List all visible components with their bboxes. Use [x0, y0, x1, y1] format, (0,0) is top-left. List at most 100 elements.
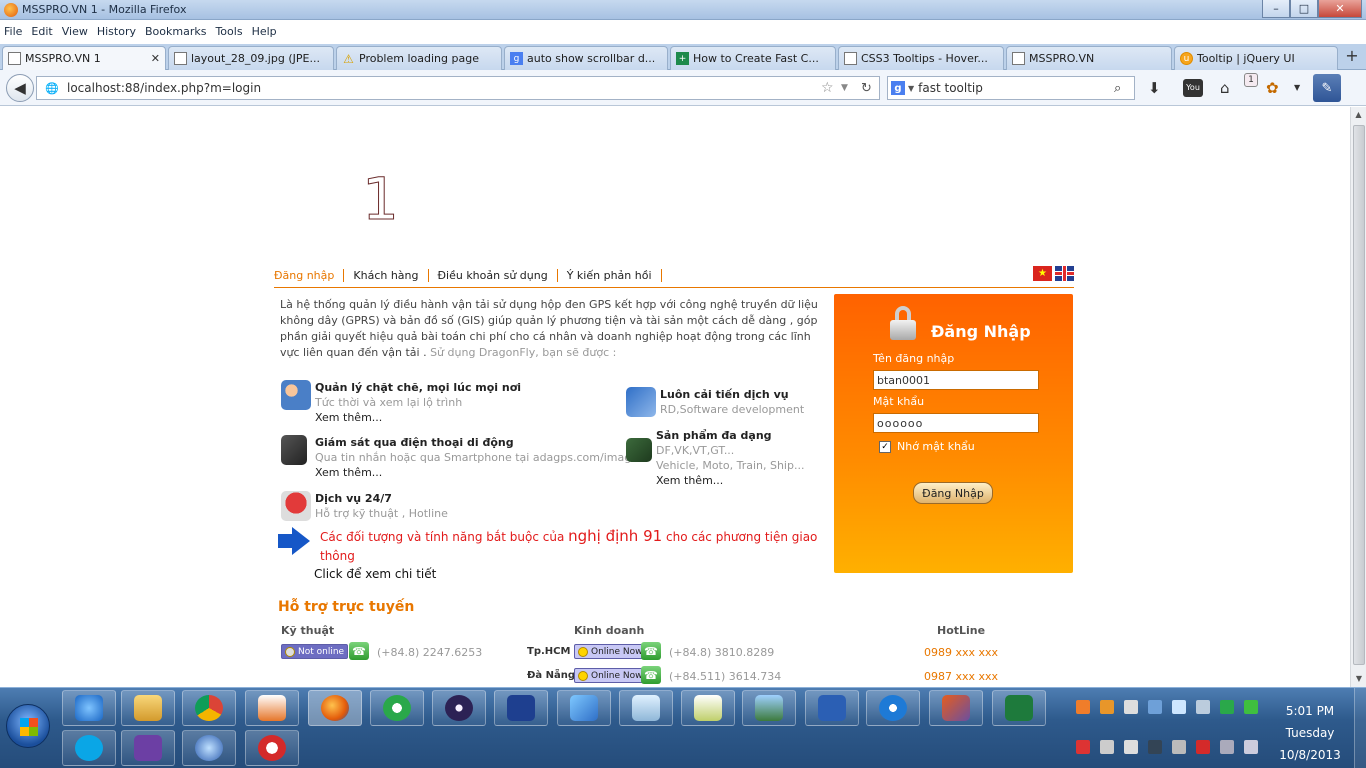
- tray-app-icon[interactable]: [1148, 700, 1162, 714]
- decree-details-link[interactable]: Click để xem chi tiết: [314, 566, 823, 583]
- menu-edit[interactable]: Edit: [31, 25, 52, 38]
- tray-shield-icon[interactable]: [1076, 740, 1090, 754]
- maximize-button[interactable]: □: [1290, 0, 1318, 18]
- taskbar-save[interactable]: [494, 690, 548, 726]
- tab-close-icon[interactable]: ✕: [151, 52, 160, 65]
- feature-more-link[interactable]: Xem thêm...: [315, 410, 521, 425]
- window-titlebar[interactable]: MSSPRO.VN 1 - Mozilla Firefox – □ ✕: [0, 0, 1366, 20]
- show-desktop-button[interactable]: [1354, 688, 1366, 768]
- tray-network-icon[interactable]: [1100, 740, 1114, 754]
- tray-signal-icon[interactable]: [1220, 740, 1234, 754]
- taskbar-word[interactable]: [805, 690, 859, 726]
- decree-91-notice[interactable]: Các đối tượng và tính năng bắt buộc của …: [278, 527, 823, 583]
- menu-tools[interactable]: Tools: [215, 25, 242, 38]
- minimize-button[interactable]: –: [1262, 0, 1290, 18]
- menu-file[interactable]: File: [4, 25, 22, 38]
- nav-terms[interactable]: Điều khoản sử dụng: [429, 269, 558, 282]
- tray-app-icon[interactable]: [1172, 700, 1186, 714]
- tray-bluetooth-icon[interactable]: [1148, 740, 1162, 754]
- tray-app-icon[interactable]: [1196, 700, 1210, 714]
- taskbar-phpdesigner[interactable]: [929, 690, 983, 726]
- tab-msspro[interactable]: MSSPRO.VN: [1006, 46, 1172, 70]
- site-identity-icon[interactable]: 🌐: [37, 82, 67, 95]
- search-bar[interactable]: g ▼ ⌕: [887, 76, 1135, 100]
- tray-app-icon[interactable]: [1100, 700, 1114, 714]
- tech-chat-status[interactable]: Not online: [281, 644, 349, 659]
- taskbar-pictures[interactable]: [742, 690, 796, 726]
- taskbar-notepad[interactable]: [619, 690, 673, 726]
- addon-icon[interactable]: ✿: [1266, 79, 1279, 97]
- close-window-button[interactable]: ✕: [1318, 0, 1362, 18]
- youtube-icon[interactable]: You: [1183, 79, 1203, 97]
- taskbar-chrome[interactable]: [182, 690, 236, 726]
- tech-phone-icon[interactable]: ☎: [349, 642, 369, 660]
- menu-history[interactable]: History: [97, 25, 136, 38]
- taskbar-media-player[interactable]: [245, 690, 299, 726]
- taskbar-teamviewer[interactable]: [866, 690, 920, 726]
- history-dropdown-icon[interactable]: ▼: [841, 83, 861, 93]
- taskbar-visual-studio-2[interactable]: [121, 730, 175, 766]
- sales-chat-status[interactable]: Online Now: [574, 644, 647, 659]
- home-icon[interactable]: ⌂: [1220, 79, 1230, 97]
- scroll-down-icon[interactable]: ▼: [1351, 671, 1366, 687]
- taskbar-firefox[interactable]: [308, 690, 362, 726]
- taskbar-internet-explorer[interactable]: [62, 690, 116, 726]
- taskbar-infinity[interactable]: [182, 730, 236, 766]
- vertical-scrollbar[interactable]: ▲ ▼: [1350, 107, 1366, 687]
- search-icon[interactable]: ⌕: [1114, 81, 1134, 96]
- addon-menu-icon[interactable]: ▼: [1294, 83, 1300, 92]
- remember-checkbox[interactable]: ✓: [879, 440, 891, 453]
- remember-me[interactable]: ✓ Nhớ mật khẩu: [879, 440, 975, 453]
- tray-app-icon[interactable]: [1124, 700, 1138, 714]
- nav-customers[interactable]: Khách hàng: [344, 269, 429, 282]
- tab-layout-jpg[interactable]: layout_28_09.jpg (JPE...: [168, 46, 334, 70]
- download-icon[interactable]: ⬇: [1148, 79, 1161, 97]
- tab-how-to-create[interactable]: + How to Create Fast C...: [670, 46, 836, 70]
- scroll-up-icon[interactable]: ▲: [1351, 107, 1366, 123]
- vietnam-flag-icon[interactable]: ★: [1033, 266, 1052, 281]
- tray-app-icon[interactable]: [1244, 700, 1258, 714]
- taskbar-opera[interactable]: [245, 730, 299, 766]
- taskbar-editor[interactable]: [681, 690, 735, 726]
- sales-phone-icon[interactable]: ☎: [641, 642, 661, 660]
- tray-volume-icon[interactable]: [1244, 740, 1258, 754]
- taskbar-eclipse[interactable]: [432, 690, 486, 726]
- nav-feedback[interactable]: Ý kiến phản hồi: [558, 269, 662, 282]
- login-button[interactable]: Đăng Nhập: [913, 482, 993, 504]
- search-engine-icon[interactable]: g: [891, 81, 905, 95]
- back-button[interactable]: ◀: [6, 74, 34, 102]
- tray-app-icon[interactable]: [1220, 700, 1234, 714]
- username-field[interactable]: [873, 370, 1039, 390]
- sales-chat-status[interactable]: Online Now: [574, 668, 647, 683]
- tab-problem-loading[interactable]: ⚠ Problem loading page: [336, 46, 502, 70]
- feature-more-link[interactable]: Xem thêm...: [656, 473, 804, 488]
- url-input[interactable]: [67, 81, 821, 95]
- taskbar-excel[interactable]: [992, 690, 1046, 726]
- tray-app-icon[interactable]: [1124, 740, 1138, 754]
- taskbar-windows-explorer[interactable]: [121, 690, 175, 726]
- start-button[interactable]: [6, 704, 50, 748]
- notification-badge[interactable]: 1: [1244, 73, 1258, 87]
- nav-login[interactable]: Đăng nhập: [274, 269, 345, 282]
- scroll-thumb[interactable]: [1353, 125, 1365, 665]
- tray-app-icon[interactable]: [1172, 740, 1186, 754]
- menu-view[interactable]: View: [62, 25, 88, 38]
- menu-help[interactable]: Help: [252, 25, 277, 38]
- taskbar-coccoc[interactable]: [370, 690, 424, 726]
- url-bar[interactable]: 🌐 ☆ ▼ ↻: [36, 76, 880, 100]
- sales-phone-icon[interactable]: ☎: [641, 666, 661, 684]
- system-clock[interactable]: 5:01 PM Tuesday 10/8/2013: [1270, 700, 1350, 766]
- menu-bookmarks[interactable]: Bookmarks: [145, 25, 206, 38]
- taskbar-skype[interactable]: [62, 730, 116, 766]
- taskbar-visual-studio[interactable]: [557, 690, 611, 726]
- tab-auto-show-scrollbar[interactable]: g auto show scrollbar d...: [504, 46, 668, 70]
- tab-msspro-1[interactable]: MSSPRO.VN 1 ✕: [2, 46, 166, 70]
- password-field[interactable]: [873, 413, 1039, 433]
- feature-more-link[interactable]: Xem thêm...: [315, 465, 644, 480]
- bookmark-star-icon[interactable]: ☆: [821, 80, 841, 96]
- tray-app-icon[interactable]: [1076, 700, 1090, 714]
- uk-flag-icon[interactable]: [1055, 266, 1074, 281]
- tab-css3-tooltips[interactable]: CSS3 Tooltips - Hover...: [838, 46, 1004, 70]
- new-tab-button[interactable]: +: [1342, 46, 1362, 66]
- tab-tooltip-jquery-ui[interactable]: u Tooltip | jQuery UI: [1174, 46, 1338, 70]
